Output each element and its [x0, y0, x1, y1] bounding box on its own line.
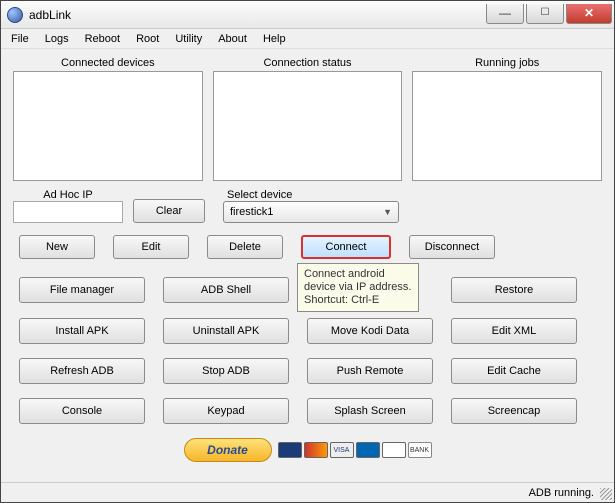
delete-button[interactable]: Delete [207, 235, 283, 259]
push-remote-button[interactable]: Push Remote [307, 358, 433, 384]
payment-cards: VISA BANK [278, 442, 432, 458]
adb-shell-button[interactable]: ADB Shell [163, 277, 289, 303]
resize-grip-icon[interactable] [600, 488, 612, 500]
edit-xml-button[interactable]: Edit XML [451, 318, 577, 344]
menu-file[interactable]: File [5, 31, 35, 47]
install-apk-button[interactable]: Install APK [19, 318, 145, 344]
close-button[interactable]: ✕ [566, 4, 612, 24]
clear-button[interactable]: Clear [133, 199, 205, 223]
menu-help[interactable]: Help [257, 31, 292, 47]
file-manager-button[interactable]: File manager [19, 277, 145, 303]
maximize-button[interactable]: ☐ [526, 4, 564, 24]
connection-status-list[interactable] [213, 71, 403, 181]
app-window: adbLink — ☐ ✕ File Logs Reboot Root Util… [0, 0, 615, 503]
new-button[interactable]: New [19, 235, 95, 259]
select-device-dropdown[interactable]: firestick1 ▼ [223, 201, 399, 223]
screencap-button[interactable]: Screencap [451, 398, 577, 424]
minimize-button[interactable]: — [486, 4, 524, 24]
donate-button[interactable]: Donate [184, 438, 272, 462]
refresh-adb-button[interactable]: Refresh ADB [19, 358, 145, 384]
chevron-down-icon: ▼ [383, 207, 392, 217]
stop-adb-button[interactable]: Stop ADB [163, 358, 289, 384]
move-kodi-data-button[interactable]: Move Kodi Data [307, 318, 433, 344]
edit-button[interactable]: Edit [113, 235, 189, 259]
adhoc-ip-input[interactable] [13, 201, 123, 223]
edit-cache-button[interactable]: Edit Cache [451, 358, 577, 384]
card-icon: VISA [330, 442, 354, 458]
window-title: adbLink [29, 8, 71, 22]
select-device-label: Select device [227, 189, 292, 201]
status-text: ADB running. [529, 487, 594, 499]
card-icon [382, 442, 406, 458]
connected-devices-label: Connected devices [61, 57, 155, 69]
app-icon [7, 7, 23, 23]
titlebar[interactable]: adbLink — ☐ ✕ [1, 1, 614, 29]
card-icon [304, 442, 328, 458]
content-area: Connected devices Connection status Runn… [1, 49, 614, 470]
running-jobs-list[interactable] [412, 71, 602, 181]
statusbar: ADB running. [1, 482, 614, 502]
menu-root[interactable]: Root [130, 31, 165, 47]
disconnect-button[interactable]: Disconnect [409, 235, 495, 259]
restore-button[interactable]: Restore [451, 277, 577, 303]
running-jobs-label: Running jobs [475, 57, 539, 69]
connect-tooltip: Connect android device via IP address. S… [297, 263, 419, 312]
menu-reboot[interactable]: Reboot [79, 31, 126, 47]
connection-status-label: Connection status [263, 57, 351, 69]
uninstall-apk-button[interactable]: Uninstall APK [163, 318, 289, 344]
select-device-value: firestick1 [230, 206, 273, 218]
menu-about[interactable]: About [212, 31, 253, 47]
keypad-button[interactable]: Keypad [163, 398, 289, 424]
connect-button[interactable]: Connect [301, 235, 391, 259]
card-icon: BANK [408, 442, 432, 458]
adhoc-ip-label: Ad Hoc IP [43, 189, 93, 201]
card-icon [356, 442, 380, 458]
menu-utility[interactable]: Utility [169, 31, 208, 47]
card-icon [278, 442, 302, 458]
menubar: File Logs Reboot Root Utility About Help [1, 29, 614, 49]
splash-screen-button[interactable]: Splash Screen [307, 398, 433, 424]
connected-devices-list[interactable] [13, 71, 203, 181]
menu-logs[interactable]: Logs [39, 31, 75, 47]
console-button[interactable]: Console [19, 398, 145, 424]
